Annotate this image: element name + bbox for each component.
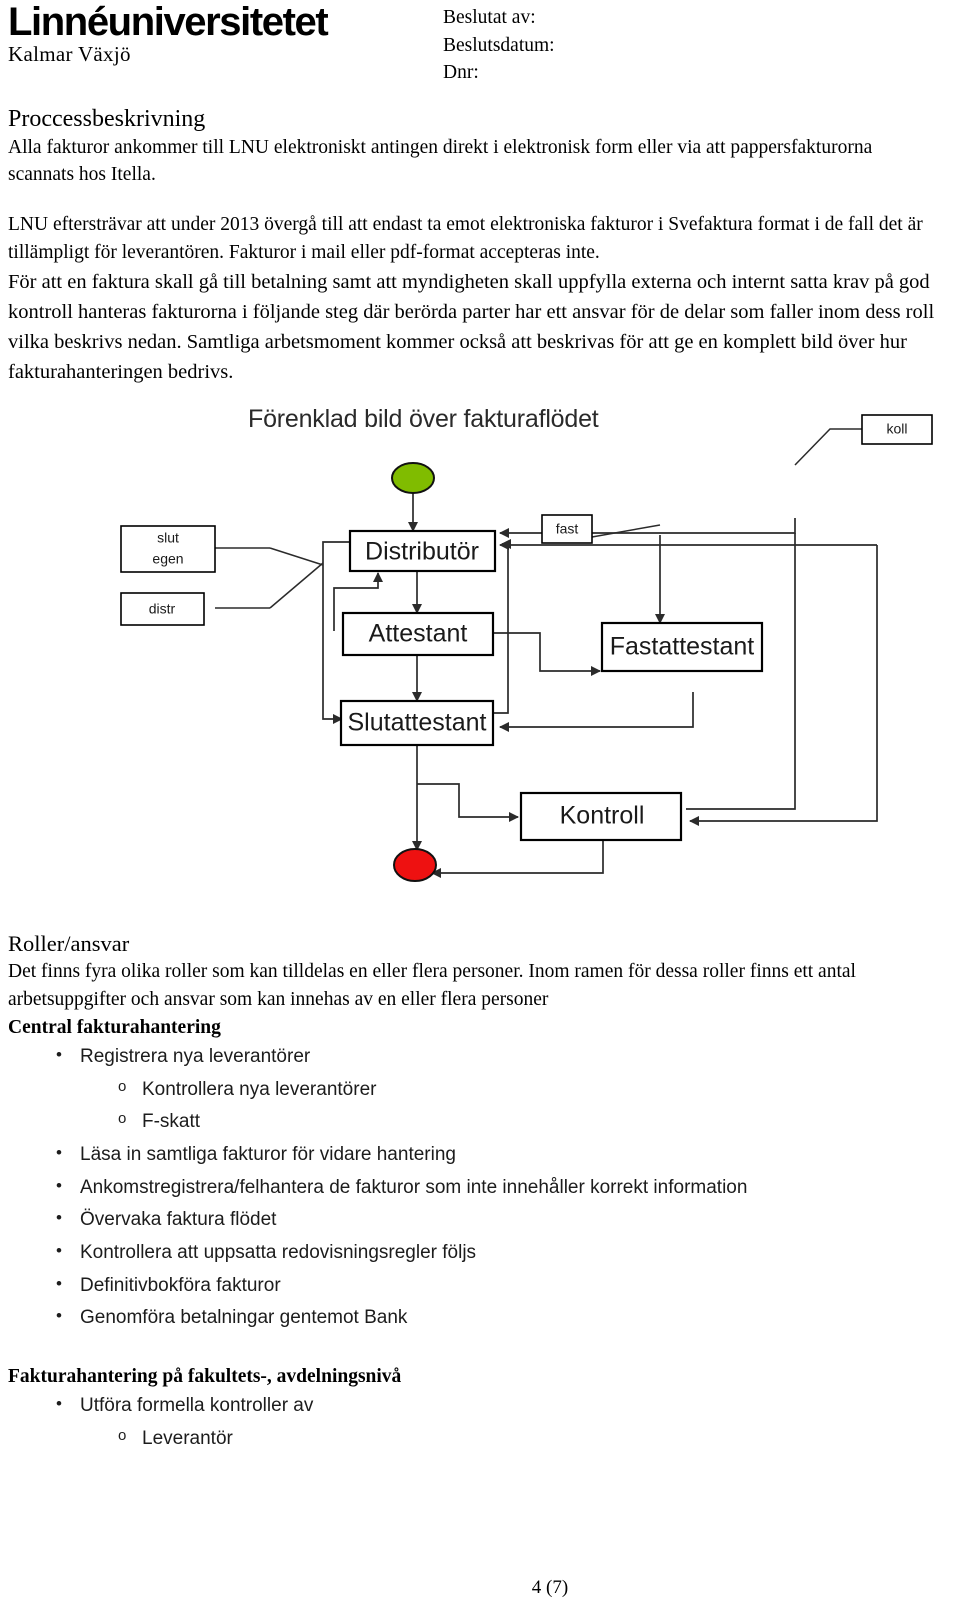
edge-kontroll-to-end xyxy=(430,840,604,879)
node-distributor: Distributör xyxy=(348,529,497,573)
list-item: Utföra formella kontroller av xyxy=(8,1389,942,1423)
group-heading-faculty: Fakturahantering på fakultets-, avdelnin… xyxy=(8,1365,402,1387)
annotation-fast: fast xyxy=(541,514,593,544)
roles-intro: Det finns fyra olika roller som kan till… xyxy=(8,961,856,1010)
edge-attestant-to-fastattestant xyxy=(493,632,602,677)
central-task-list: Registrera nya leverantörer Kontrollera … xyxy=(8,1040,942,1335)
edge-slutattestant-to-kontroll xyxy=(417,783,520,823)
node-slutattestant: Slutattestant xyxy=(339,699,495,747)
list-item: F-skatt xyxy=(8,1106,942,1139)
logo-wordmark: Linnéuniversitetet xyxy=(8,0,329,44)
logo-subtitle: Kalmar Växjö xyxy=(8,42,131,66)
page-header: Linnéuniversitetet Kalmar Växjö Beslutat… xyxy=(0,0,960,100)
annotation-distr-label: distr xyxy=(149,601,176,617)
page-footer: 4 (7) xyxy=(0,1577,960,1599)
page-number: 4 (7) xyxy=(531,1577,569,1598)
list-item: Läsa in samtliga fakturor för vidare han… xyxy=(8,1138,942,1172)
university-logo: Linnéuniversitetet Kalmar Växjö xyxy=(8,0,329,66)
list-item: Ankomstregistrera/felhantera de fakturor… xyxy=(8,1171,942,1205)
faculty-task-list: Utföra formella kontroller av Leverantör xyxy=(8,1389,942,1456)
annotation-slut-egen: slut egen xyxy=(120,525,216,573)
roles-title: Roller/ansvar xyxy=(8,931,130,957)
annotation-slut-egen-line2: egen xyxy=(152,551,183,567)
list-item: Övervaka faktura flödet xyxy=(8,1203,942,1237)
paragraph-svefaktura: LNU eftersträvar att under 2013 övergå t… xyxy=(8,214,923,263)
list-item: Kontrollera nya leverantörer xyxy=(8,1074,942,1107)
list-item: Registrera nya leverantörer xyxy=(8,1040,942,1074)
page-title: Proccessbeskrivning xyxy=(8,106,206,132)
main-content: Proccessbeskrivning Alla fakturor ankomm… xyxy=(0,105,960,387)
leader-slut-egen-2 xyxy=(269,547,324,566)
annotation-koll: koll xyxy=(861,414,933,445)
list-item: Genomföra betalningar gentemot Bank xyxy=(8,1301,942,1335)
annotation-slut-egen-line1: slut xyxy=(157,530,179,546)
leader-koll xyxy=(794,428,862,466)
node-fastattestant-label: Fastattestant xyxy=(610,633,755,661)
node-attestant: Attestant xyxy=(341,611,495,657)
decision-date-label: Beslutsdatum: xyxy=(443,34,555,56)
node-distributor-label: Distributör xyxy=(365,538,479,566)
list-item: Definitivbokföra fakturor xyxy=(8,1269,942,1303)
node-slutattestant-label: Slutattestant xyxy=(348,709,487,737)
edge-rail-right-to-kontroll xyxy=(688,545,878,827)
leader-distr-2 xyxy=(269,562,324,609)
paragraph-process: För att en faktura skall gå till betalni… xyxy=(8,270,935,383)
annotation-fast-label: fast xyxy=(556,521,579,537)
list-item: Kontrollera att uppsatta redovisningsreg… xyxy=(8,1236,942,1270)
group-heading-central: Central fakturahantering xyxy=(8,1016,221,1038)
document-page: Linnéuniversitetet Kalmar Växjö Beslutat… xyxy=(0,0,960,1617)
invoice-flow-diagram: Förenklad bild över fakturaflödet Distri… xyxy=(0,405,960,930)
start-node-ellipse xyxy=(391,462,435,495)
roles-section: Roller/ansvar Det finns fyra olika rolle… xyxy=(0,930,960,1455)
paragraph-intro: Alla fakturor ankommer till LNU elektron… xyxy=(8,136,873,186)
list-item: Leverantör xyxy=(8,1423,942,1456)
node-kontroll-label: Kontroll xyxy=(560,802,645,830)
node-attestant-label: Attestant xyxy=(369,620,468,648)
annotation-distr: distr xyxy=(120,592,205,626)
edge-fastattestant-to-slutattestant xyxy=(498,692,694,733)
decided-by-label: Beslutat av: xyxy=(443,7,536,28)
dnr-label: Dnr: xyxy=(443,62,479,84)
flow-diagram-svg: Distributör Attestant Slutattestant Fast… xyxy=(120,414,933,883)
annotation-koll-label: koll xyxy=(886,421,907,437)
decision-metadata-block: Beslutat av: Beslutsdatum: Dnr: xyxy=(443,4,555,87)
leader-fast xyxy=(591,524,661,538)
node-kontroll: Kontroll xyxy=(519,791,683,842)
node-fastattestant: Fastattestant xyxy=(600,621,764,673)
end-node-ellipse xyxy=(393,848,437,883)
